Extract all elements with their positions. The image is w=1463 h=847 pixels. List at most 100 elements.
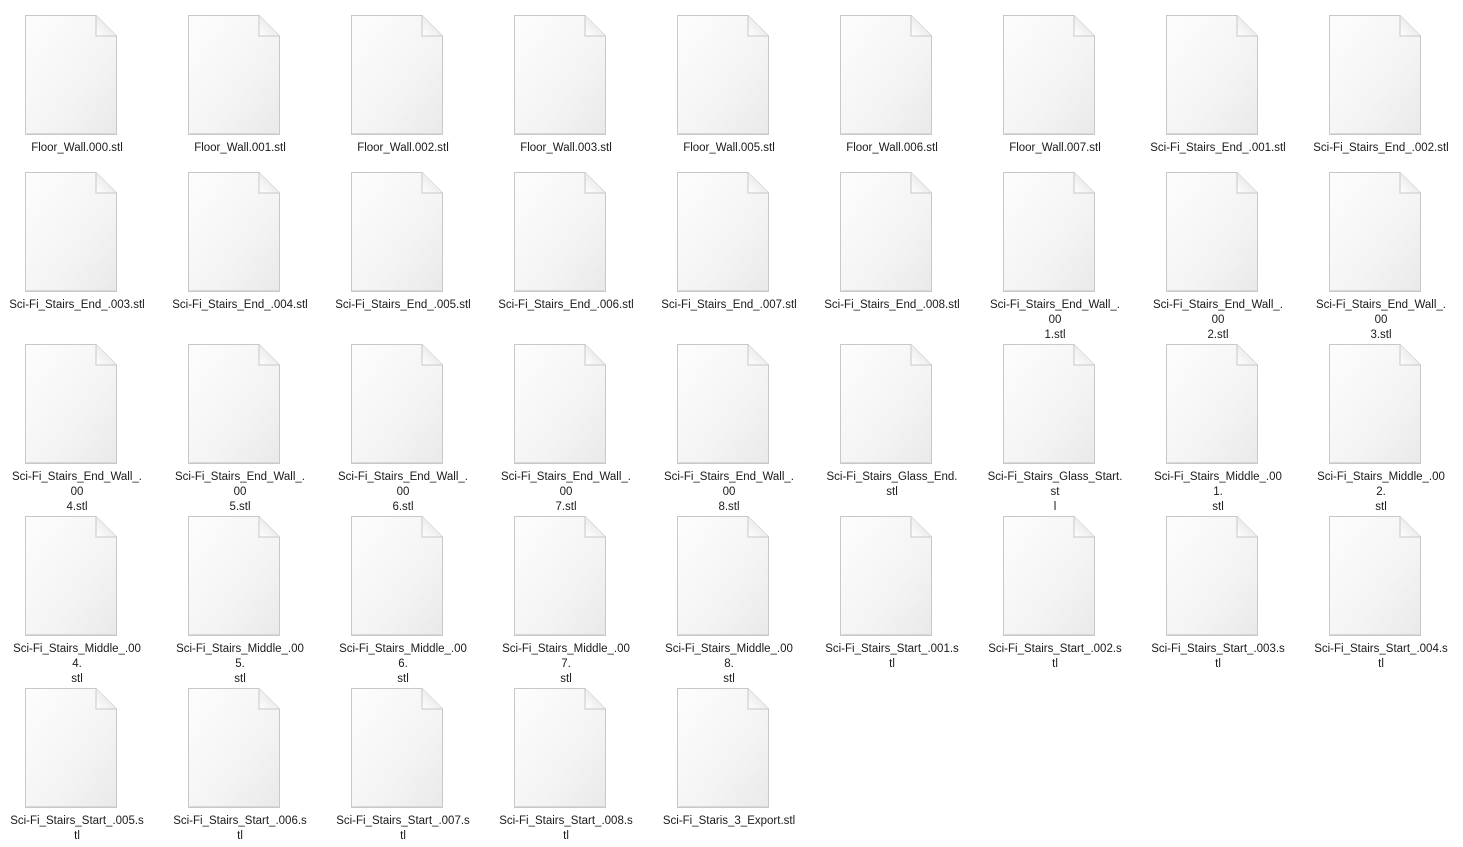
file-name-label: Sci-Fi_Staris_3_Export.stl <box>661 814 797 829</box>
file-name-label: Sci-Fi_Stairs_End_Wall_.00 3.stl <box>1313 298 1449 343</box>
blank-document-icon <box>677 15 769 135</box>
file-name-line1: Sci-Fi_Stairs_Start_.001.stl <box>825 643 959 670</box>
file-name-line1: Floor_Wall.000.stl <box>31 142 123 154</box>
file-name-line1: Sci-Fi_Staris_3_Export.stl <box>662 815 796 827</box>
blank-document-icon <box>1329 344 1421 464</box>
file-name-label: Sci-Fi_Stairs_Middle_.008. stl <box>661 642 797 687</box>
file-name-line1: Sci-Fi_Stairs_Start_.007.stl <box>336 815 470 842</box>
file-name-line2: stl <box>560 673 572 685</box>
blank-document-icon <box>188 516 280 636</box>
file-name-line2: 1.stl <box>1044 329 1066 341</box>
file-name-line1: Sci-Fi_Stairs_End_.005.stl <box>335 299 471 311</box>
blank-document-icon <box>840 516 932 636</box>
blank-document-icon <box>1329 15 1421 135</box>
file-name-line1: Sci-Fi_Stairs_End_Wall_.00 <box>338 471 468 498</box>
file-name-label: Sci-Fi_Stairs_Start_.006.stl <box>172 814 308 844</box>
blank-document-icon <box>1003 15 1095 135</box>
file-name-line1: Sci-Fi_Stairs_Start_.002.stl <box>988 643 1122 670</box>
blank-document-icon <box>25 344 117 464</box>
blank-document-icon <box>840 15 932 135</box>
file-name-line1: Sci-Fi_Stairs_End_.007.stl <box>661 299 797 311</box>
blank-document-icon <box>1329 516 1421 636</box>
blank-document-icon <box>188 172 280 292</box>
file-name-line1: Sci-Fi_Stairs_Start_.005.stl <box>10 815 144 842</box>
file-name-line1: Sci-Fi_Stairs_End_.003.stl <box>9 299 145 311</box>
file-name-label: Sci-Fi_Stairs_End_Wall_.00 4.stl <box>9 470 145 515</box>
file-name-label: Sci-Fi_Stairs_Start_.001.stl <box>824 642 960 672</box>
file-name-line1: Floor_Wall.003.stl <box>520 142 612 154</box>
file-name-label: Sci-Fi_Stairs_End_Wall_.00 5.stl <box>172 470 308 515</box>
file-name-label: Sci-Fi_Stairs_End_.001.stl <box>1150 141 1286 156</box>
file-name-label: Sci-Fi_Stairs_End_Wall_.00 7.stl <box>498 470 634 515</box>
blank-document-icon <box>25 516 117 636</box>
file-name-line2: 3.stl <box>1370 329 1392 341</box>
file-name-label: Sci-Fi_Stairs_End_.006.stl <box>498 298 634 313</box>
file-name-label: Sci-Fi_Stairs_Middle_.004. stl <box>9 642 145 687</box>
file-name-line1: Sci-Fi_Stairs_Middle_.002. <box>1317 471 1445 498</box>
blank-document-icon <box>677 516 769 636</box>
file-name-label: Sci-Fi_Stairs_End_.002.stl <box>1313 141 1449 156</box>
file-name-line2: stl <box>723 673 735 685</box>
file-name-label: Sci-Fi_Stairs_End_.004.stl <box>172 298 308 313</box>
blank-document-icon <box>677 344 769 464</box>
file-name-label: Sci-Fi_Stairs_End_.003.stl <box>9 298 145 313</box>
blank-document-icon <box>1329 172 1421 292</box>
file-name-line1: Floor_Wall.002.stl <box>357 142 449 154</box>
blank-document-icon <box>514 344 606 464</box>
file-name-label: Sci-Fi_Stairs_End_.005.stl <box>335 298 471 313</box>
file-name-line1: Sci-Fi_Stairs_End_Wall_.00 <box>12 471 142 498</box>
file-name-line1: Sci-Fi_Stairs_End_Wall_.00 <box>175 471 305 498</box>
file-name-line1: Sci-Fi_Stairs_End_Wall_.00 <box>501 471 631 498</box>
blank-document-icon <box>1166 344 1258 464</box>
blank-document-icon <box>1003 516 1095 636</box>
file-name-line2: 4.stl <box>66 501 88 513</box>
file-name-line1: Sci-Fi_Stairs_Middle_.007. <box>502 643 630 670</box>
file-name-label: Sci-Fi_Stairs_Start_.002.stl <box>987 642 1123 672</box>
blank-document-icon <box>514 688 606 808</box>
file-name-line1: Sci-Fi_Stairs_Start_.008.stl <box>499 815 633 842</box>
file-name-line1: Sci-Fi_Stairs_Start_.004.stl <box>1314 643 1448 670</box>
file-name-label: Sci-Fi_Stairs_Middle_.002. stl <box>1313 470 1449 515</box>
file-name-line1: Floor_Wall.006.stl <box>846 142 938 154</box>
file-name-line1: Sci-Fi_Stairs_Glass_Start.st <box>987 471 1123 498</box>
file-name-line2: stl <box>71 673 83 685</box>
file-name-line2: 6.stl <box>392 501 414 513</box>
file-name-line2: stl <box>234 673 246 685</box>
file-name-label: Floor_Wall.002.stl <box>335 141 471 156</box>
file-name-label: Sci-Fi_Stairs_End_.008.stl <box>824 298 960 313</box>
file-name-line1: Sci-Fi_Stairs_End_Wall_.00 <box>664 471 794 498</box>
blank-document-icon <box>25 172 117 292</box>
file-name-label: Floor_Wall.000.stl <box>9 141 145 156</box>
file-name-line2: l <box>1053 501 1057 513</box>
file-name-label: Sci-Fi_Stairs_End_.007.stl <box>661 298 797 313</box>
file-name-label: Sci-Fi_Stairs_End_Wall_.00 1.stl <box>987 298 1123 343</box>
file-name-label: Sci-Fi_Stairs_Start_.004.stl <box>1313 642 1449 672</box>
blank-document-icon <box>840 172 932 292</box>
blank-document-icon <box>1166 172 1258 292</box>
file-name-line2: 2.stl <box>1207 329 1229 341</box>
file-name-line2: stl <box>397 673 409 685</box>
file-name-line1: Sci-Fi_Stairs_End_.001.stl <box>1150 142 1286 154</box>
blank-document-icon <box>677 172 769 292</box>
blank-document-icon <box>351 688 443 808</box>
file-name-label: Sci-Fi_Stairs_Start_.007.stl <box>335 814 471 844</box>
blank-document-icon <box>514 15 606 135</box>
blank-document-icon <box>351 15 443 135</box>
file-name-line1: Sci-Fi_Stairs_Start_.006.stl <box>173 815 307 842</box>
file-name-line2: stl <box>1212 501 1224 513</box>
file-name-line1: Sci-Fi_Stairs_End_.002.stl <box>1313 142 1449 154</box>
blank-document-icon <box>351 344 443 464</box>
blank-document-icon <box>25 688 117 808</box>
blank-document-icon <box>1003 344 1095 464</box>
file-name-label: Sci-Fi_Stairs_End_Wall_.00 8.stl <box>661 470 797 515</box>
file-name-line1: Sci-Fi_Stairs_End_Wall_.00 <box>1316 299 1446 326</box>
file-name-line1: Sci-Fi_Stairs_Middle_.006. <box>339 643 467 670</box>
file-name-line1: Sci-Fi_Stairs_End_.006.stl <box>498 299 634 311</box>
file-name-label: Sci-Fi_Stairs_Glass_End.stl <box>824 470 960 500</box>
blank-document-icon <box>188 15 280 135</box>
blank-document-icon <box>1003 172 1095 292</box>
file-name-label: Sci-Fi_Stairs_Middle_.007.stl <box>498 642 634 687</box>
file-name-line1: Sci-Fi_Stairs_End_Wall_.00 <box>1153 299 1283 326</box>
blank-document-icon <box>514 172 606 292</box>
file-name-label: Floor_Wall.001.stl <box>172 141 308 156</box>
